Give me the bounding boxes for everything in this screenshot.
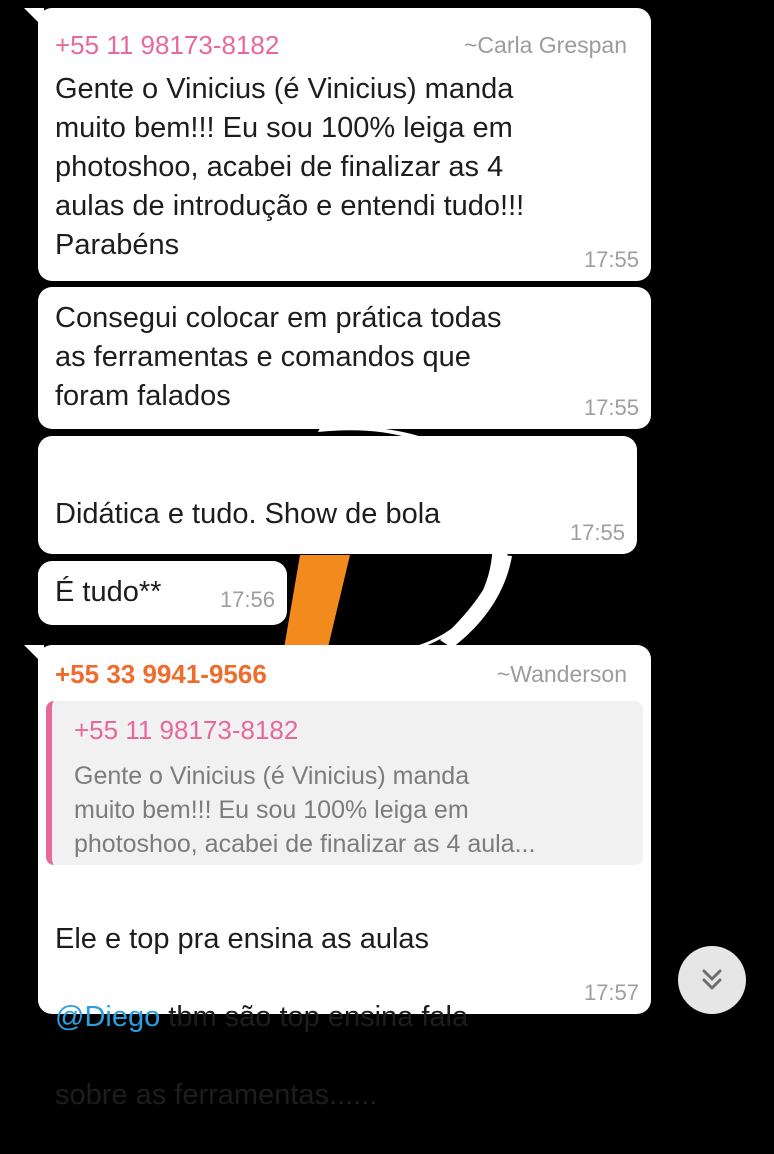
message-time: 17:55 <box>569 520 625 545</box>
double-chevron-down-icon <box>702 969 722 990</box>
message-line-rest: tbm são top ensina fala <box>160 1001 469 1033</box>
message-text-content: Didática e tudo. Show de bola <box>55 498 441 530</box>
message-bubble[interactable]: Didática e tudo. Show de bola 17:55 <box>38 436 637 618</box>
bubble-tail <box>24 8 44 28</box>
message-text: É tudo** <box>55 576 162 608</box>
message-bubble[interactable]: +55 33 9941-9566 ~Wanderson +55 11 98173… <box>24 645 651 1111</box>
message-text: Consegui colocar em prática todas as fer… <box>55 302 502 412</box>
quoted-message[interactable]: +55 11 98173-8182 Gente o Vinicius (é Vi… <box>46 701 643 865</box>
message-time: 17:57 <box>583 980 639 1005</box>
message-text: Ele e top pra ensina as aulas @Diego tbm… <box>55 881 468 1154</box>
message-line: Ele e top pra ensina as aulas <box>55 923 430 955</box>
sender-name: ~Carla Grespan <box>464 32 627 58</box>
message-time: 17:55 <box>583 247 639 272</box>
scroll-to-bottom-button[interactable] <box>678 946 746 1014</box>
message-bubble[interactable]: Consegui colocar em prática todas as fer… <box>38 287 651 429</box>
sender-phone[interactable]: +55 11 98173-8182 <box>55 30 279 61</box>
message-time: 17:56 <box>219 587 275 612</box>
message-line: @Diego tbm são top ensina fala <box>55 998 468 1037</box>
sender-phone[interactable]: +55 33 9941-9566 <box>55 659 267 690</box>
sender-name: ~Wanderson <box>496 661 627 687</box>
message-text: Gente o Vinicius (é Vinicius) manda muit… <box>55 73 525 261</box>
quoted-text: Gente o Vinicius (é Vinicius) manda muit… <box>74 762 536 858</box>
bubble-tail <box>24 645 44 665</box>
message-line: sobre as ferramentas...... <box>55 1079 378 1111</box>
message-time: 17:55 <box>583 395 639 420</box>
mention-link[interactable]: @Diego <box>55 1001 160 1033</box>
quoted-sender-phone: +55 11 98173-8182 <box>74 715 299 745</box>
wallpaper-white-swoosh <box>440 555 512 648</box>
message-bubble[interactable]: +55 11 98173-8182 ~Carla Grespan Gente o… <box>24 8 651 281</box>
message-bubble[interactable]: É tudo** 17:56 <box>38 561 287 625</box>
